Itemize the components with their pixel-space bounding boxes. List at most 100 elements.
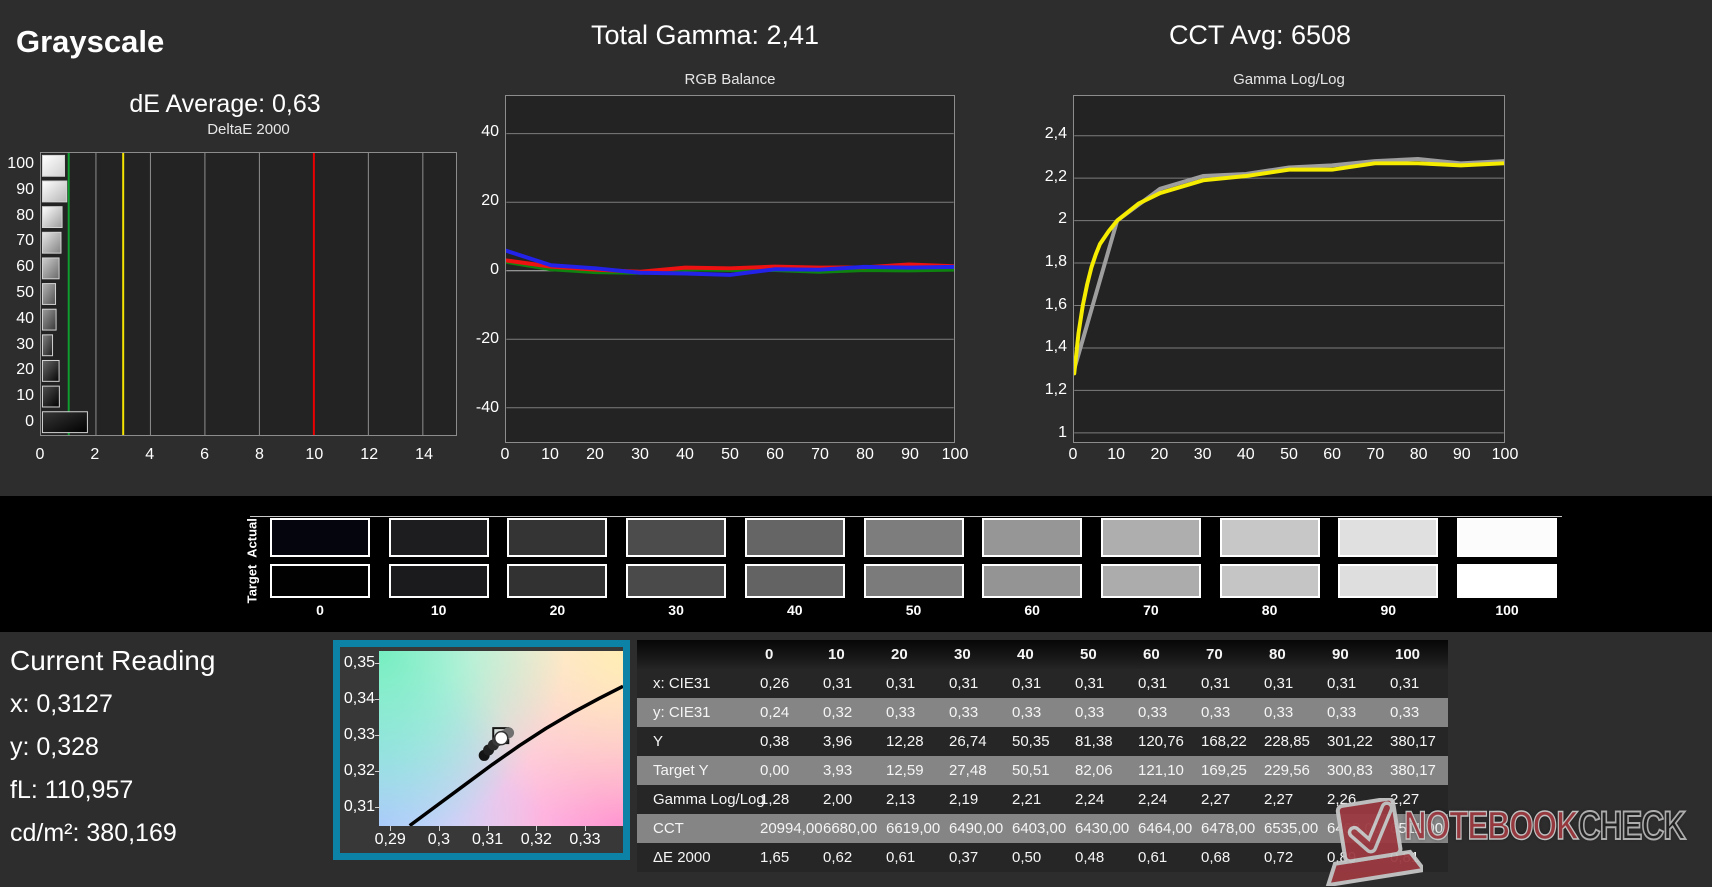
table-cell-100: 0,31 [1390, 675, 1420, 692]
gamma-plot-ytick-1: 1 [1058, 423, 1067, 441]
table-cell-90: 2,26 [1327, 791, 1357, 808]
table-col-header-20: 20 [891, 646, 908, 663]
cie-chart-inner: 0,35 0,34 0,33 0,32 0,31 0,29 0,3 0,31 0,32 0,33 [340, 647, 623, 853]
deltae-2000-chart[interactable] [40, 152, 457, 436]
gamma-plot-ytick-1,6: 1,6 [1044, 295, 1067, 313]
table-row-y-cie31: y: CIE31 0,24 0,32 0,33 0,33 0,33 0,33 0,33 0,33… [637, 698, 1448, 727]
rgb-plot-xtick-100: 100 [941, 446, 969, 463]
gamma-plot-ytick-1,4: 1,4 [1044, 338, 1067, 356]
gamma-plot-xtick-40: 40 [1236, 446, 1255, 463]
grayscale-swatch-band: Actual Target 0 10 20 30 40 50 60 70 80 90 100 [0, 496, 1712, 632]
rgb-plot-ytick--20: -20 [475, 329, 499, 347]
gamma-chart-title: Gamma Log/Log [1233, 71, 1345, 88]
gamma-loglog-chart[interactable] [1073, 95, 1505, 443]
gamma-plot-ytick-2: 2 [1058, 210, 1067, 228]
cie-ytick-0,32: 0,32 [343, 761, 375, 779]
rgb-balance-chart[interactable] [505, 95, 955, 443]
table-cell-0: 20994,00 [760, 820, 823, 837]
measurement-table: 0 10 20 30 40 50 60 70 80 90 100 x: CIE31 0,26 0,31 0,… [637, 640, 1448, 872]
table-cell-70: 169,25 [1201, 762, 1247, 779]
gamma-plot-xtick-100: 100 [1491, 446, 1519, 463]
gamma-plot-xtick-20: 20 [1150, 446, 1169, 463]
table-row-y: Y 0,38 3,96 12,28 26,74 50,35 81,38 120,76 168,2… [637, 727, 1448, 756]
deltae-bar-60 [41, 257, 60, 280]
deltae-ytick-70: 70 [16, 232, 34, 250]
table-cell-60: 120,76 [1138, 733, 1184, 750]
deltae-xtick-14: 14 [415, 446, 433, 463]
rgb-plot-xtick-60: 60 [766, 446, 784, 463]
rgb-plot-xtick-20: 20 [586, 446, 604, 463]
table-row-cct: CCT 20994,00 6680,00 6619,00 6490,00 6403,00 6… [637, 814, 1448, 843]
deltae-ytick-90: 90 [16, 180, 34, 198]
target-swatch-70 [1100, 564, 1201, 598]
table-cell-40: 2,21 [1012, 791, 1042, 808]
swatch-level-80: 80 [1261, 602, 1278, 618]
table-row-label: CCT [653, 820, 684, 837]
cie-ytickmark [375, 734, 380, 736]
table-col-header-0: 0 [765, 646, 774, 663]
table-cell-70: 0,33 [1201, 704, 1231, 721]
rgb-plot-xtick-90: 90 [901, 446, 919, 463]
deltae-ytick-10: 10 [16, 387, 34, 405]
swatch-level-40: 40 [787, 602, 803, 618]
target-swatch-20 [507, 564, 608, 598]
table-row-label: Target Y [653, 762, 709, 779]
actual-swatch-10 [388, 518, 489, 557]
cie-chromaticity-chart[interactable]: 0,35 0,34 0,33 0,32 0,31 0,29 0,3 0,31 0,32 0,33 [333, 640, 630, 860]
rgb-plot-xtick-0: 0 [500, 446, 510, 463]
cie-xtick-0,31: 0,31 [472, 831, 504, 848]
table-cell-80: 0,31 [1264, 675, 1294, 692]
table-cell-40: 6403,00 [1012, 820, 1067, 837]
table-cell-0: 0,24 [760, 704, 790, 721]
cie-xtickmark [487, 826, 489, 831]
page-title: Grayscale [16, 24, 165, 59]
deltae-xtick-6: 6 [200, 446, 210, 463]
table-cell-60: 2,24 [1138, 791, 1168, 808]
rgb-plot-ytick--40: -40 [475, 398, 499, 416]
deltae-ytick-100: 100 [7, 154, 34, 172]
rgb-plot-xtick-70: 70 [811, 446, 829, 463]
bottom-section: Current Reading x: 0,3127 y: 0,328 fL: 1… [0, 632, 1712, 887]
table-cell-50: 6430,00 [1075, 820, 1130, 837]
deltae-bar-80 [41, 206, 63, 229]
table-cell-10: 3,93 [823, 762, 853, 779]
cie-xtick-0,33: 0,33 [569, 831, 601, 848]
cie-ytick-0,31: 0,31 [343, 797, 375, 815]
target-swatch-80 [1219, 564, 1320, 598]
table-cell-30: 0,33 [949, 704, 979, 721]
cct-average-value: CCT Avg: 6508 [1168, 20, 1352, 50]
table-row-gamma-log-log: Gamma Log/Log 1,28 2,00 2,13 2,19 2,21 2,24 2,2… [637, 785, 1448, 814]
swatch-level-10: 10 [430, 602, 447, 618]
table-cell-70: 6478,00 [1201, 820, 1256, 837]
actual-swatch-90 [1338, 518, 1439, 557]
deltae-bar-100 [41, 154, 66, 177]
cie-point-6 [493, 730, 509, 746]
reading-y-value: y: 0,328 [10, 733, 99, 761]
table-cell-40: 0,50 [1012, 849, 1042, 866]
deltae-bar-70 [41, 231, 62, 254]
table-cell-80: 6535,00 [1264, 820, 1319, 837]
table-row-label: Gamma Log/Log [653, 791, 765, 808]
table-cell-10: 0,62 [823, 849, 853, 866]
gamma-plot-series-measured [1074, 161, 1504, 376]
gamma-plot-xtick-80: 80 [1409, 446, 1428, 463]
table-col-header-10: 10 [828, 646, 845, 663]
table-col-header-30: 30 [954, 646, 971, 663]
table-cell-40: 0,31 [1012, 675, 1042, 692]
table-cell-100: 2,27 [1390, 791, 1420, 808]
deltae-xtick-4: 4 [145, 446, 155, 463]
deltae-ytick-60: 60 [16, 258, 34, 276]
table-cell-30: 6490,00 [949, 820, 1004, 837]
table-cell-70: 0,68 [1201, 849, 1231, 866]
deltae-bar-10 [41, 385, 60, 408]
table-cell-40: 0,33 [1012, 704, 1042, 721]
cie-ytick-0,35: 0,35 [343, 653, 375, 671]
actual-swatch-0 [270, 518, 370, 557]
target-swatch-60 [982, 564, 1083, 598]
table-cell-80: 0,33 [1264, 704, 1294, 721]
swatch-level-30: 30 [668, 602, 684, 618]
table-cell-100: 6511,00 [1390, 820, 1444, 837]
table-cell-60: 0,33 [1138, 704, 1168, 721]
reading-fl-value: fL: 110,957 [10, 776, 134, 804]
watermark-check-label: CHECK [1577, 803, 1686, 849]
